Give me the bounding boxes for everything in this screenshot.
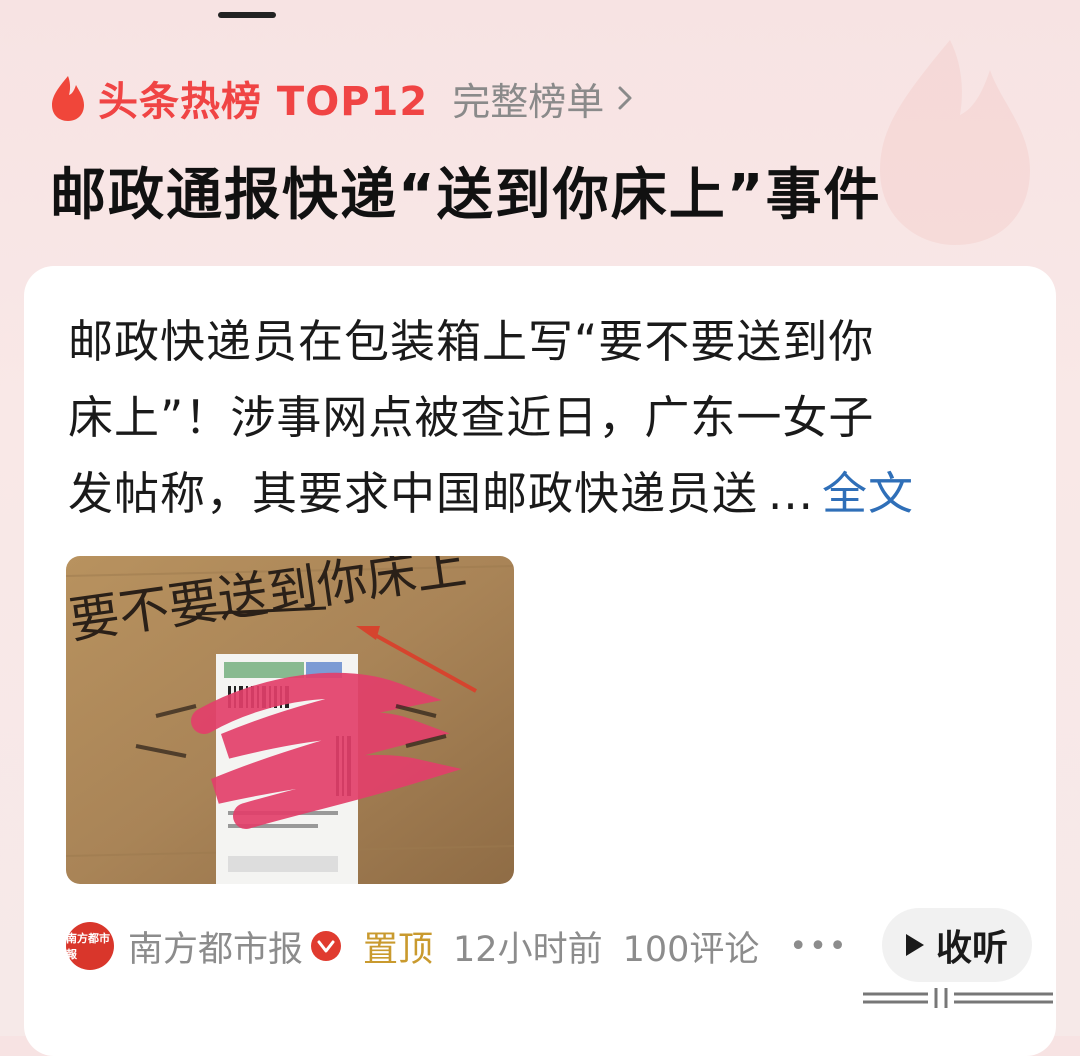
summary-line: 床上”！涉事网点被查近日，广东一女子 [68, 391, 875, 444]
summary-line: 邮政快递员在包装箱上写“要不要送到你 [68, 315, 875, 368]
play-icon [905, 934, 924, 956]
verified-icon [311, 931, 342, 961]
sheet-grabber[interactable] [218, 12, 276, 18]
hot-list-title: 头条热榜 TOP12 [98, 79, 429, 125]
article-summary[interactable]: 邮政快递员在包装箱上写“要不要送到你 床上”！涉事网点被查近日，广东一女子 发帖… [68, 304, 1018, 532]
full-list-label: 完整榜单 [452, 79, 605, 124]
full-list-link[interactable]: 完整榜单 [452, 71, 634, 126]
summary-line-text: 发帖称，其要求中国邮政快递员送 [68, 467, 759, 520]
article-image[interactable]: 要不要送到你床上 [66, 556, 514, 884]
source-watermark-icon [863, 988, 1053, 1008]
listen-button[interactable]: 收听 [881, 908, 1032, 982]
package-photo: 要不要送到你床上 [66, 556, 514, 884]
hot-list-header[interactable]: 头条热榜 TOP12 完整榜单 [48, 68, 634, 128]
ellipsis: ... [768, 467, 814, 520]
comment-count[interactable]: 100评论 [623, 921, 760, 972]
pinned-badge: 置顶 [363, 929, 434, 970]
summary-line-last: 发帖称，其要求中国邮政快递员送... 全文 [68, 456, 1018, 532]
fire-icon [52, 76, 84, 121]
source-logo-text: 南方都市報 [66, 932, 110, 961]
source-logo[interactable]: 南方都市報 [66, 922, 114, 970]
page-title: 邮政通报快递“送到你床上”事件 [50, 163, 882, 228]
publish-time: 12小时前 [453, 929, 603, 970]
article-meta: 南方都市報 南方都市报 置顶 12小时前 100评论 ••• 收听 [66, 908, 1032, 984]
source-name[interactable]: 南方都市报 [128, 921, 303, 972]
chevron-right-icon [618, 86, 632, 110]
more-options-icon[interactable]: ••• [789, 929, 848, 964]
article-card[interactable]: 邮政快递员在包装箱上写“要不要送到你 床上”！涉事网点被查近日，广东一女子 发帖… [24, 266, 1056, 1056]
full-text-link[interactable]: 全文 [822, 467, 914, 520]
listen-label: 收听 [935, 928, 1008, 969]
